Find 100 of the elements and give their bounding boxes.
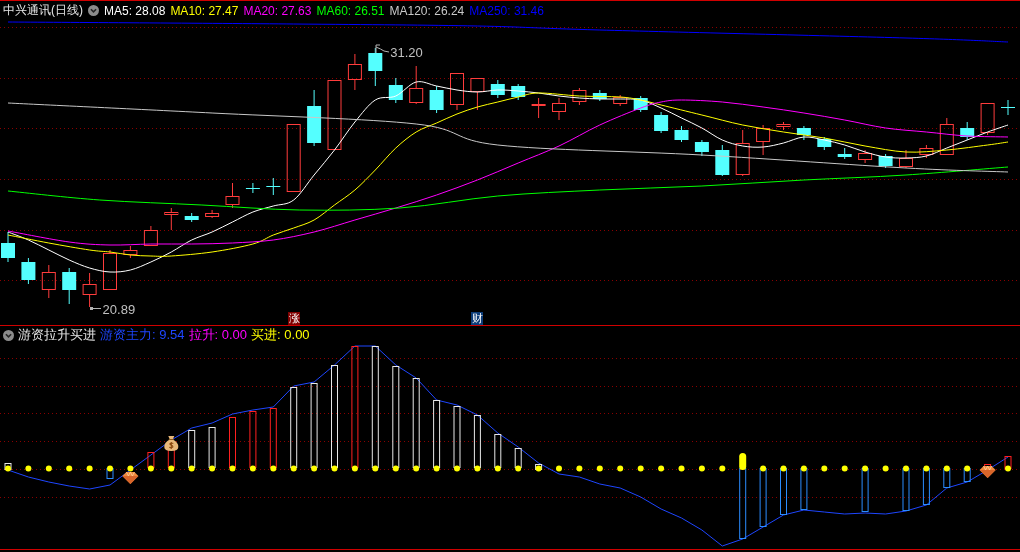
indicator-value: MA5: 28.08 [104,3,166,18]
candlestick [62,267,77,305]
indicator-value: MA10: 27.47 [170,3,239,18]
baseline-dot [147,465,154,472]
candlestick [21,257,36,285]
baseline-dot [209,465,216,472]
indicator-bar [902,468,910,511]
indicator-bar [1004,456,1012,469]
candlestick [654,111,669,134]
indicator-bar [800,468,808,510]
candlestick [103,249,117,290]
indicator-bar [759,468,767,527]
baseline-dot [107,465,113,472]
candlestick [286,124,301,192]
baseline-dot [1005,465,1011,472]
indicator-bar [188,430,196,468]
candlestick [490,79,505,99]
signal-bar [739,453,747,470]
baseline-dot [249,465,256,472]
candlestick [592,89,607,102]
baseline-dot [760,465,767,472]
indicator-value: 拉升: 0.00 [188,326,248,344]
candlestick [817,136,832,151]
candlestick [123,245,138,259]
indicator-value: MA20: 27.63 [243,3,312,18]
candlestick [327,80,342,150]
indicator-bar [943,468,951,488]
baseline-dot [168,465,175,472]
event-marker[interactable]: 涨 [288,312,300,325]
indicator-value: 游资主力: 9.54 [100,326,185,344]
indicator-bar [147,452,155,468]
candlestick [265,177,281,196]
candlestick [41,264,56,299]
baseline-dot [494,465,501,472]
candlestick [980,103,995,136]
diamond-icon [122,471,139,484]
indicator-value: MA120: 26.24 [389,3,465,18]
baseline-dot [678,465,685,472]
candlestick [796,125,811,141]
baseline-dot [862,465,869,472]
candlestick [613,94,628,107]
baseline-dot [331,465,338,472]
candlestick [919,144,934,159]
baseline-dot [474,465,481,472]
leader-line [90,307,102,310]
low-price-label: 20.89 [102,302,136,317]
collapse-icon[interactable] [3,329,14,341]
baseline-dot [66,465,73,472]
indicator-bar [861,468,869,512]
indicator-bar [514,448,522,468]
candlestick [776,121,791,131]
chart-title: 游资拉升买进 [18,326,96,344]
baseline-dot [698,465,705,472]
baseline-dot [617,465,624,472]
event-marker[interactable]: 财 [471,312,483,325]
indicator-bar [963,468,971,482]
indicator-bar [494,434,502,468]
indicator-bar [269,408,277,468]
baseline-dot [372,465,379,472]
candlestick [164,207,179,231]
candlestick [143,225,158,246]
candlestick [756,124,771,156]
baseline-dot [576,465,583,472]
candlestick [858,149,873,164]
candlestick [184,212,199,223]
baseline-dot [127,465,134,472]
indicator-value: MA250: 31.46 [469,3,544,18]
baseline-dot [25,465,32,472]
baseline-dot [351,465,358,472]
candlestick [939,117,954,155]
collapse-icon[interactable] [88,5,99,16]
indicator-bar [453,406,461,468]
candlestick [694,139,709,157]
candlestick [470,78,485,111]
baseline-dot [86,465,93,472]
high-price-label: 31.20 [390,45,423,60]
candlestick [878,153,893,169]
baseline-dot [943,465,950,472]
indicator-bar [249,411,257,468]
indicator-bar [208,427,216,468]
money-bag-icon [164,436,179,451]
baseline-dot [433,465,440,472]
candlestick [347,53,362,91]
baseline-dot [290,465,297,472]
candlestick [388,77,403,104]
candlestick [429,85,444,114]
candlestick [715,144,730,177]
baseline-dot [229,465,236,472]
candlestick [205,209,220,219]
baseline-dot [45,465,52,472]
candlestick [409,65,424,105]
candlestick [674,125,689,143]
leader-line [375,44,390,54]
indicator-value: MA60: 26.51 [316,3,385,18]
candlestick [531,97,546,119]
baseline-dot [719,465,726,472]
baseline-dot [270,465,277,472]
baseline-dot [413,465,420,472]
baseline-dot [454,465,460,472]
indicator-bar [167,449,175,468]
